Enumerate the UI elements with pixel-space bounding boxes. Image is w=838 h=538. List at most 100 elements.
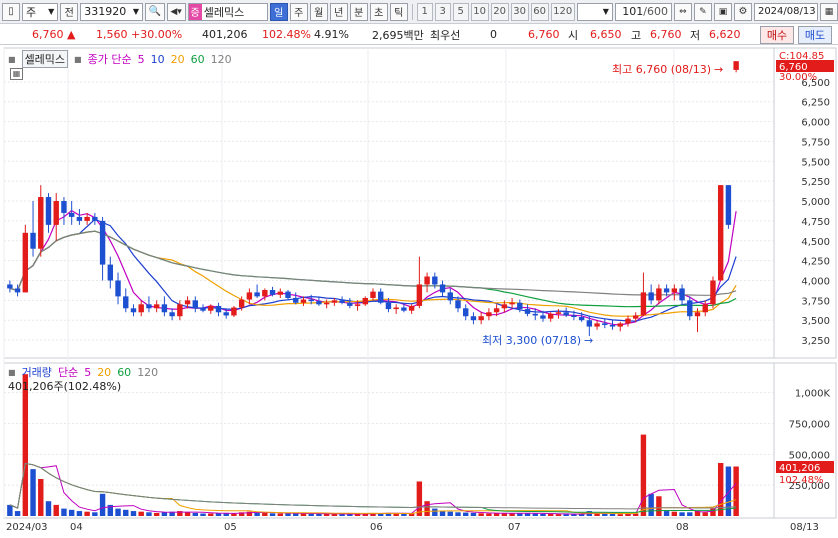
candle-body — [555, 312, 562, 314]
stock-chart[interactable]: 3,250 3,500 3,750 4,000 4,250 4,500 4,750 5,000… — [0, 46, 838, 538]
zoom-icon[interactable]: ⇔ — [673, 2, 692, 21]
chevron-down-icon: ▼ — [602, 7, 609, 16]
period-minute[interactable]: 분 — [349, 2, 368, 21]
interval-10[interactable]: 10 — [470, 2, 489, 21]
chevron-down-icon: ▼ — [132, 7, 139, 16]
period-week[interactable]: 주 — [289, 2, 308, 21]
vma-120[interactable]: 120 — [137, 366, 158, 379]
volume-bar — [184, 512, 191, 516]
open-label: 시 — [568, 28, 579, 42]
calendar-icon[interactable]: ▦ — [819, 2, 838, 21]
interval-30[interactable]: 30 — [510, 2, 529, 21]
save-icon[interactable]: ▣ — [713, 2, 732, 21]
volume-bar — [656, 496, 662, 516]
volume-current: 401,206주(102.48%) — [8, 380, 122, 393]
candle-body — [184, 300, 191, 305]
period-month[interactable]: 월 — [309, 2, 328, 21]
draw-icon[interactable]: ✎ — [693, 2, 712, 21]
price-tick-label: 3,250 — [801, 336, 830, 347]
candle-body — [687, 300, 693, 317]
interval-60[interactable]: 60 — [530, 2, 549, 21]
candle-body — [300, 299, 307, 303]
period-second[interactable]: 초 — [369, 2, 388, 21]
x-label-3: 06 — [370, 522, 383, 533]
ma-label[interactable]: 종가 단순 — [88, 51, 132, 67]
interval-120[interactable]: 120 — [550, 2, 575, 21]
candle-body — [470, 316, 477, 321]
market-type-select[interactable]: 주 ▼ — [22, 2, 59, 21]
legend-stock-name[interactable]: 셀레믹스 — [21, 50, 69, 68]
candle-body — [524, 309, 531, 314]
candle-body — [532, 313, 538, 316]
candle-body — [45, 197, 52, 225]
volume-bar — [30, 469, 36, 516]
interval-5[interactable]: 5 — [452, 2, 469, 21]
vma-20[interactable]: 20 — [97, 366, 111, 379]
x-label-2: 05 — [224, 522, 237, 533]
legend-square-icon: ■ — [8, 367, 16, 377]
ma-20[interactable]: 20 — [171, 53, 185, 66]
volume-bar — [548, 514, 554, 516]
volume-bar — [146, 512, 152, 516]
volume-bar — [671, 511, 678, 516]
speaker-icon[interactable]: ◀▾ — [166, 2, 186, 21]
candle-body — [92, 216, 98, 221]
volume-bar — [478, 513, 484, 516]
date-value: 2024/08/13 — [757, 6, 816, 17]
vma-5[interactable]: 5 — [84, 366, 91, 379]
legend-square-icon: ■ — [74, 54, 82, 64]
candle-body — [725, 185, 732, 225]
volume-bar — [192, 512, 198, 516]
code-input[interactable]: 331920 ▼ — [80, 2, 143, 21]
turnover: 4.91% — [314, 28, 349, 41]
interval-20[interactable]: 20 — [490, 2, 509, 21]
price-change-pct: +30.00% — [131, 28, 183, 41]
vma-60[interactable]: 60 — [117, 366, 131, 379]
period-tick[interactable]: 틱 — [389, 2, 408, 21]
date-input[interactable]: 2024/08/13 — [753, 2, 818, 21]
candle-body — [563, 312, 569, 316]
candle-body — [215, 305, 222, 313]
stock-name-field[interactable]: 증 셀레믹스 — [187, 2, 268, 21]
candle-body — [548, 313, 554, 319]
candle-body — [578, 317, 585, 321]
volume-bar — [540, 513, 546, 516]
price-tick-label: 4,750 — [801, 217, 830, 228]
period-year[interactable]: 년 — [329, 2, 348, 21]
high-label: 고 — [631, 28, 642, 42]
grid-toggle-icon[interactable]: ▦ — [10, 68, 23, 80]
candle-body — [517, 302, 523, 310]
ma-60[interactable]: 60 — [191, 53, 205, 66]
volume-bar — [493, 513, 500, 516]
buy-button[interactable]: 매수 — [760, 26, 794, 44]
ma-120[interactable]: 120 — [211, 53, 232, 66]
candle-body — [408, 305, 415, 311]
candle-body — [463, 308, 469, 317]
candle-body — [540, 315, 546, 319]
chart-area[interactable]: 3,250 3,500 3,750 4,000 4,250 4,500 4,750 5,000… — [0, 46, 838, 538]
low-price: 6,620 — [709, 28, 741, 41]
interval-1[interactable]: 1 — [416, 2, 433, 21]
volume-axis — [773, 362, 837, 519]
candle-body — [285, 291, 291, 298]
interval-custom-select[interactable]: ▼ — [576, 2, 613, 21]
candle-body — [671, 288, 678, 293]
sell-button[interactable]: 매도 — [798, 26, 832, 44]
chart-type-icon[interactable]: ▯ — [2, 2, 20, 21]
ma-5[interactable]: 5 — [138, 53, 145, 66]
volume-bar — [269, 513, 276, 516]
divider — [411, 3, 413, 20]
priority-label: 최우선 — [430, 28, 461, 42]
gear-icon[interactable]: ⚙ — [733, 2, 752, 21]
period-day[interactable]: 일 — [269, 2, 288, 21]
price-tick-label: 5,500 — [801, 157, 830, 168]
volume-bar — [432, 508, 438, 516]
price-tick-label: 6,000 — [801, 118, 830, 129]
scope-button[interactable]: 전 — [60, 2, 79, 21]
search-icon[interactable]: 🔍 — [144, 2, 165, 21]
ma-10[interactable]: 10 — [151, 53, 165, 66]
interval-3[interactable]: 3 — [434, 2, 451, 21]
candle-body — [354, 304, 361, 306]
count-input[interactable]: 101/600 — [614, 2, 672, 21]
volume-bar — [308, 513, 314, 516]
